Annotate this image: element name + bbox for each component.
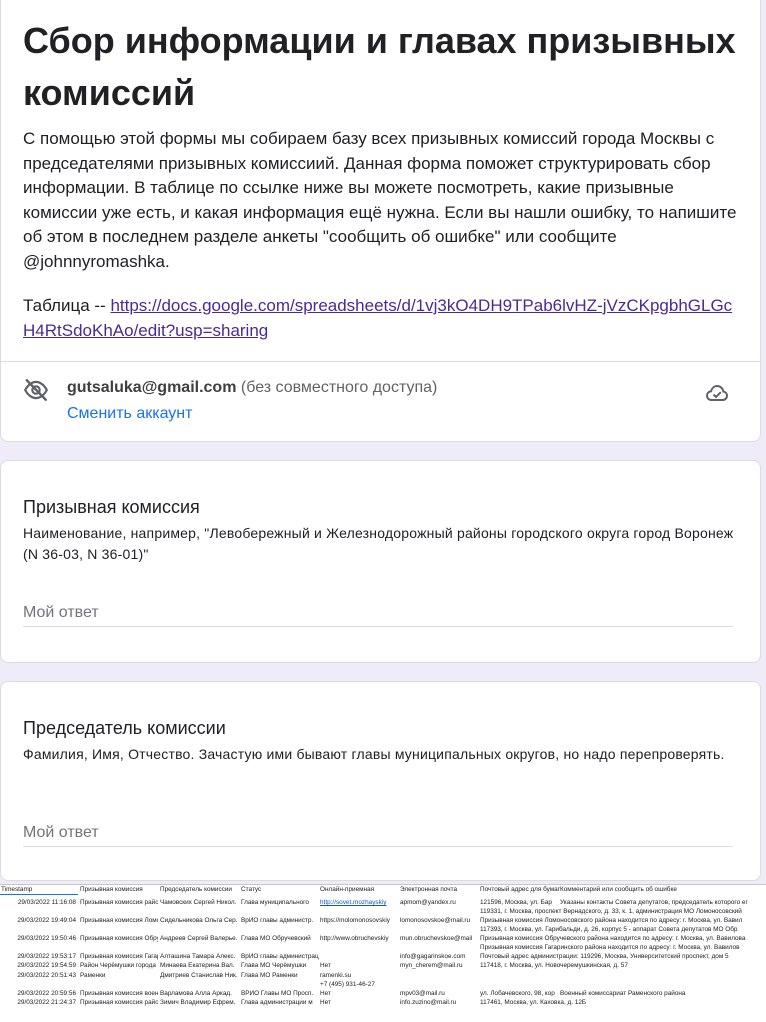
sheet-cell[interactable] (560, 961, 766, 971)
sheet-header-cell[interactable]: Председатель комиссии (160, 885, 240, 895)
question-title: Председатель комиссии (23, 718, 226, 738)
form-description: С помощью этой формы мы собираем базу вс… (23, 127, 738, 274)
sheet-cell[interactable]: 29/03/2022 19:54:59 (0, 961, 78, 971)
table-link-line: Таблица -- https://docs.google.com/sprea… (23, 294, 738, 343)
answer-input[interactable] (23, 819, 733, 847)
sheet-cell[interactable]: Нет (320, 961, 398, 971)
sheet-header-cell[interactable]: Онлайн-приемная (320, 885, 398, 895)
cloud-check-icon[interactable] (705, 381, 729, 405)
sheet-header-cell[interactable]: Timestamp (0, 885, 78, 895)
sheet-cell[interactable]: Глава МО Черёмушки (241, 961, 319, 971)
sheet-cell[interactable]: Район Черёмушки города Москвы (80, 961, 158, 971)
switch-account-link[interactable]: Сменить аккаунт (67, 403, 192, 425)
table-link[interactable]: https://docs.google.com/spreadsheets/d/1… (23, 296, 732, 340)
divider (1, 361, 760, 362)
sheet-cell[interactable]: Минаева Екатерина Вал. (160, 961, 240, 971)
sheet-header-cell[interactable]: Комментарий или сообщить об ошибке (560, 885, 766, 895)
question-description: Фамилия, Имя, Отчество. Зачастую ими быв… (23, 746, 725, 762)
sheet-header-cell[interactable]: Электронная почта (400, 885, 479, 895)
sheet-header-cell[interactable]: Призывная комиссия (80, 885, 158, 895)
question-title: Призывная комиссия (23, 497, 200, 517)
account-info: gutsaluka@gmail.com (без совместного дос… (67, 377, 437, 399)
sheet-header-cell[interactable]: Статус (241, 885, 319, 895)
form-description-text: С помощью этой формы мы собираем базу вс… (23, 129, 737, 271)
account-sharing-note: (без совместного доступа) (240, 379, 438, 396)
sheet-cell[interactable]: 29/03/2022 21:24:37 (0, 998, 78, 1008)
sheet-cell[interactable]: info.zuzino@mail.ru (400, 998, 479, 1008)
sheet-header-row: Timestamp Призывная комиссия Председател… (0, 885, 766, 895)
spreadsheet-preview: Timestamp Призывная комиссия Председател… (0, 884, 766, 1022)
sheet-row: 29/03/2022 19:54:59 Район Черёмушки город… (0, 961, 766, 971)
sheet-row: 29/03/2022 21:24:37 Призывная комиссия ра… (0, 998, 766, 1008)
form-header-card: Сбор информации и главах призывных комис… (0, 0, 761, 442)
sheet-cell[interactable]: Нет (320, 998, 398, 1008)
question-card-chairman: Председатель комиссии Фамилия, Имя, Отче… (0, 681, 761, 881)
sheet-cell[interactable]: myn_cherem@mail.ru (400, 961, 479, 971)
no-see-icon (23, 379, 49, 401)
sheet-cell[interactable]: Зимич Владимир Ефрем. (160, 998, 240, 1008)
sheet-cell[interactable]: Глава администрации м (241, 998, 319, 1008)
question-description: Наименование, например, "Левобережный и … (23, 525, 734, 562)
sheet-header-cell[interactable]: Почтовый адрес для бумаг (480, 885, 560, 895)
answer-input[interactable] (23, 599, 733, 627)
account-row: gutsaluka@gmail.com (без совместного дос… (23, 377, 738, 427)
form-title: Сбор информации и главах призывных комис… (23, 20, 736, 113)
sheet-cell[interactable] (560, 998, 766, 1008)
table-link-prefix: Таблица -- (23, 296, 111, 315)
account-email: gutsaluka@gmail.com (67, 379, 237, 396)
sheet-cell[interactable]: Призывная комиссия района (80, 998, 158, 1008)
question-card-commission: Призывная комиссия Наименование, наприме… (0, 460, 761, 663)
